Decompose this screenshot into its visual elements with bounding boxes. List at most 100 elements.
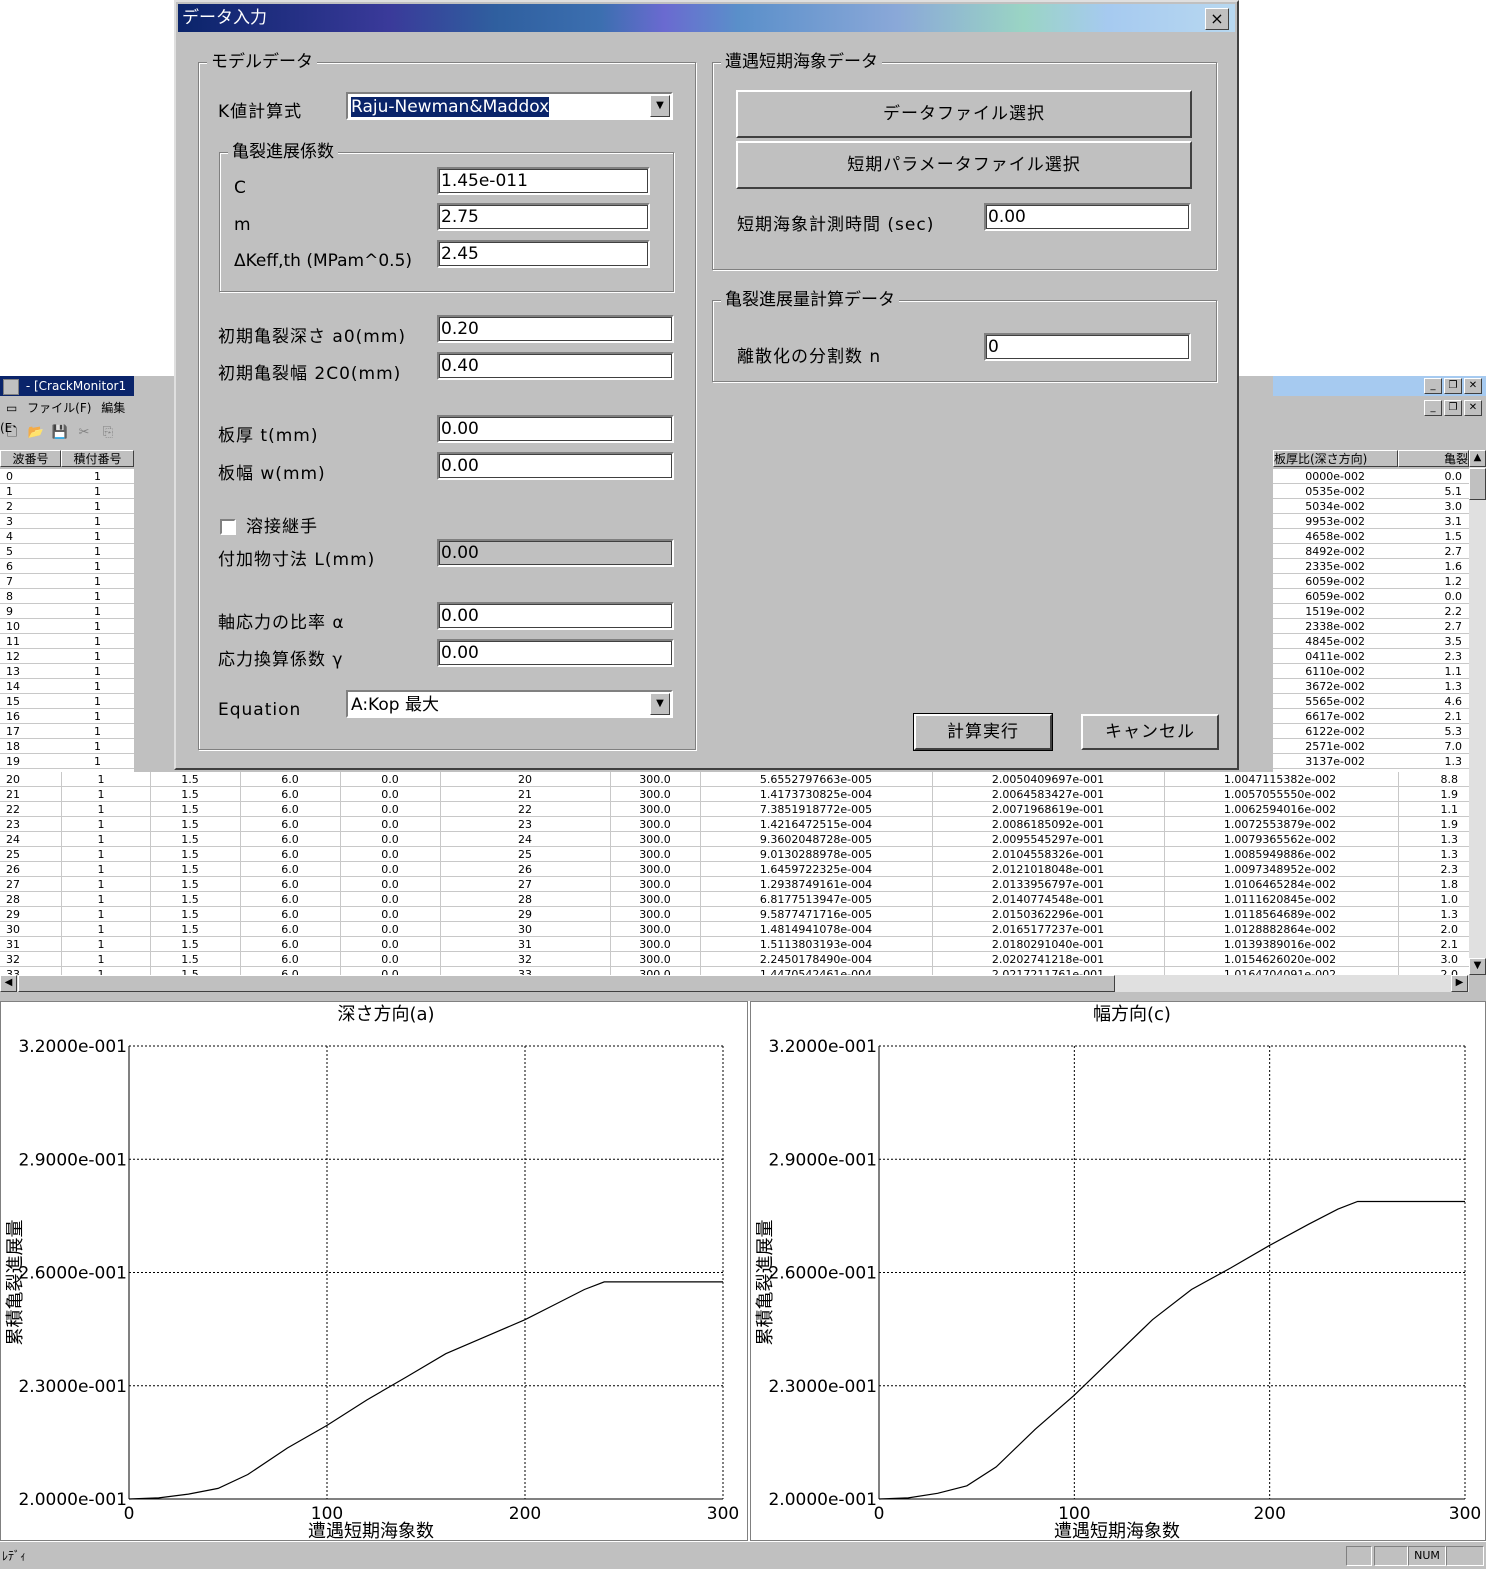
minimize-icon[interactable]: _ — [1424, 378, 1442, 394]
table-row[interactable]: 17 1 — [0, 724, 134, 739]
cell-loading-no[interactable]: 1 — [61, 514, 134, 529]
cell-increment[interactable]: 1.2938749161e-004 — [700, 877, 932, 892]
cell-thickness-ratio[interactable]: 1.0154626020e-002 — [1164, 952, 1396, 967]
copy-icon[interactable]: ⎘ — [98, 424, 118, 442]
table-row[interactable]: 9953e-002 3.1 — [1273, 514, 1469, 529]
table-row[interactable]: 29 1 1.5 6.0 0.0 29 300.0 9.5877471716e-005 2.01… — [0, 907, 1469, 922]
cell-crack[interactable]: 1.9 — [1398, 817, 1459, 832]
cell-thickness-ratio[interactable]: 1519e-002 — [1273, 604, 1365, 619]
m-input[interactable]: 2.75 — [437, 203, 650, 231]
cell-thickness-ratio[interactable]: 1.0079365562e-002 — [1164, 832, 1396, 847]
attachment-size-input[interactable]: 0.00 — [437, 539, 674, 567]
cell-c5[interactable]: 0.0 — [340, 952, 440, 967]
vertical-scrollbar[interactable]: ▲ ▼ — [1469, 450, 1486, 975]
cell-c6[interactable]: 32 — [440, 952, 610, 967]
table-row[interactable]: 21 1 1.5 6.0 0.0 21 300.0 1.4173730825e-004 2.00… — [0, 787, 1469, 802]
table-row[interactable]: 8492e-002 2.7 — [1273, 544, 1469, 559]
cell-crack[interactable]: 1.3 — [1398, 847, 1459, 862]
table-row[interactable]: 0411e-002 2.3 — [1273, 649, 1469, 664]
table-row[interactable]: 28 1 1.5 6.0 0.0 28 300.0 6.8177513947e-005 2.01… — [0, 892, 1469, 907]
cell-crack[interactable]: 2.3 — [1398, 649, 1463, 664]
cell-loading-no[interactable]: 1 — [61, 772, 141, 787]
cell-wave-no[interactable]: 32 — [6, 952, 58, 967]
cell-depth[interactable]: 2.0064583427e-001 — [932, 787, 1164, 802]
table-row[interactable]: 4845e-002 3.5 — [1273, 634, 1469, 649]
cell-c3[interactable]: 1.5 — [150, 772, 230, 787]
cell-wave-no[interactable]: 20 — [6, 772, 58, 787]
cell-wave-no[interactable]: 12 — [6, 649, 58, 664]
cell-crack[interactable]: 1.3 — [1398, 907, 1459, 922]
cell-loading-no[interactable]: 1 — [61, 739, 134, 754]
cell-crack[interactable]: 3.0 — [1398, 952, 1459, 967]
initial-width-input[interactable]: 0.40 — [437, 352, 674, 380]
cell-wave-no[interactable]: 2 — [6, 499, 58, 514]
cell-thickness-ratio[interactable]: 0000e-002 — [1273, 469, 1365, 484]
cell-c7[interactable]: 300.0 — [610, 952, 700, 967]
cell-c7[interactable]: 300.0 — [610, 847, 700, 862]
table-row[interactable]: 25 1 1.5 6.0 0.0 25 300.0 9.0130288978e-005 2.01… — [0, 847, 1469, 862]
cell-c3[interactable]: 1.5 — [150, 817, 230, 832]
data-file-select-button[interactable]: データファイル選択 — [736, 90, 1192, 138]
cell-depth[interactable]: 2.0165177237e-001 — [932, 922, 1164, 937]
cell-loading-no[interactable]: 1 — [61, 484, 134, 499]
table-row[interactable]: 10 1 — [0, 619, 134, 634]
menu-file[interactable]: ファイル(F) — [27, 401, 91, 415]
table-row[interactable]: 3137e-002 1.3 — [1273, 754, 1469, 769]
cell-c6[interactable]: 27 — [440, 877, 610, 892]
cell-wave-no[interactable]: 27 — [6, 877, 58, 892]
cell-c5[interactable]: 0.0 — [340, 877, 440, 892]
cell-crack[interactable]: 2.7 — [1398, 544, 1463, 559]
cell-thickness-ratio[interactable]: 2335e-002 — [1273, 559, 1365, 574]
cell-crack[interactable]: 5.3 — [1398, 724, 1463, 739]
table-row[interactable]: 2571e-002 7.0 — [1273, 739, 1469, 754]
cell-wave-no[interactable]: 23 — [6, 817, 58, 832]
cell-c5[interactable]: 0.0 — [340, 802, 440, 817]
cell-c6[interactable]: 20 — [440, 772, 610, 787]
cell-thickness-ratio[interactable]: 8492e-002 — [1273, 544, 1365, 559]
cell-loading-no[interactable]: 1 — [61, 574, 134, 589]
scroll-up-icon[interactable]: ▲ — [1469, 450, 1486, 467]
cell-loading-no[interactable]: 1 — [61, 559, 134, 574]
cell-thickness-ratio[interactable]: 1.0047115382e-002 — [1164, 772, 1396, 787]
cell-depth[interactable]: 2.0104558326e-001 — [932, 847, 1164, 862]
dialog-close-icon[interactable]: × — [1205, 8, 1229, 30]
k-formula-select[interactable]: Raju-Newman&Maddox ▼ — [346, 92, 673, 120]
cell-c3[interactable]: 1.5 — [150, 847, 230, 862]
initial-depth-input[interactable]: 0.20 — [437, 315, 674, 343]
table-row[interactable]: 15 1 — [0, 694, 134, 709]
table-row[interactable]: 4658e-002 1.5 — [1273, 529, 1469, 544]
cell-increment[interactable]: 9.0130288978e-005 — [700, 847, 932, 862]
cell-thickness-ratio[interactable]: 2338e-002 — [1273, 619, 1365, 634]
cut-icon[interactable]: ✂ — [74, 424, 94, 442]
cell-crack[interactable]: 1.3 — [1398, 832, 1459, 847]
cell-c4[interactable]: 6.0 — [240, 907, 340, 922]
cell-wave-no[interactable]: 9 — [6, 604, 58, 619]
table-row[interactable]: 31 — [0, 514, 134, 529]
table-row[interactable]: 6110e-002 1.1 — [1273, 664, 1469, 679]
cell-crack[interactable]: 1.2 — [1398, 574, 1463, 589]
run-calculation-button[interactable]: 計算実行 — [913, 713, 1053, 751]
cell-c3[interactable]: 1.5 — [150, 802, 230, 817]
cell-wave-no[interactable]: 30 — [6, 922, 58, 937]
cell-c6[interactable]: 21 — [440, 787, 610, 802]
cell-c4[interactable]: 6.0 — [240, 817, 340, 832]
cell-c4[interactable]: 6.0 — [240, 892, 340, 907]
cell-thickness-ratio[interactable]: 6110e-002 — [1273, 664, 1365, 679]
cell-thickness-ratio[interactable]: 1.0164704091e-002 — [1164, 967, 1396, 975]
cell-thickness-ratio[interactable]: 5034e-002 — [1273, 499, 1365, 514]
cell-increment[interactable]: 1.4470542461e-004 — [700, 967, 932, 975]
cell-loading-no[interactable]: 1 — [61, 634, 134, 649]
cell-thickness-ratio[interactable]: 4845e-002 — [1273, 634, 1365, 649]
cell-wave-no[interactable]: 24 — [6, 832, 58, 847]
cell-c6[interactable]: 33 — [440, 967, 610, 975]
cell-increment[interactable]: 1.6459722325e-004 — [700, 862, 932, 877]
cell-c7[interactable]: 300.0 — [610, 937, 700, 952]
cell-thickness-ratio[interactable]: 0411e-002 — [1273, 649, 1365, 664]
plate-thickness-input[interactable]: 0.00 — [437, 415, 674, 443]
cell-increment[interactable]: 7.3851918772e-005 — [700, 802, 932, 817]
table-row[interactable]: 16 1 — [0, 709, 134, 724]
cell-increment[interactable]: 9.3602048728e-005 — [700, 832, 932, 847]
cell-c7[interactable]: 300.0 — [610, 892, 700, 907]
table-row[interactable]: 71 — [0, 574, 134, 589]
cell-depth[interactable]: 2.0150362296e-001 — [932, 907, 1164, 922]
